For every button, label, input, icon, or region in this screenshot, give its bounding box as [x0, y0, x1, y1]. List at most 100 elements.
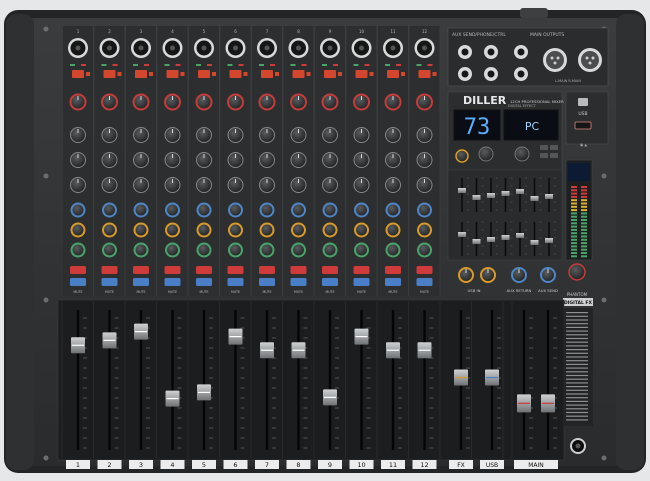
- pan-knob[interactable]: [102, 242, 117, 258]
- geq-slider[interactable]: [501, 235, 510, 240]
- solo-button[interactable]: [290, 278, 307, 286]
- fx-send-knob[interactable]: [322, 222, 338, 238]
- phantom-button[interactable]: [261, 70, 273, 78]
- aux-knob[interactable]: [133, 202, 149, 218]
- mute-button[interactable]: [133, 266, 149, 274]
- geq-slider[interactable]: [545, 194, 553, 199]
- solo-button[interactable]: [322, 278, 338, 286]
- phantom-button[interactable]: [166, 70, 179, 78]
- geq-slider[interactable]: [458, 232, 466, 237]
- solo-button[interactable]: [164, 278, 181, 286]
- geq-slider[interactable]: [487, 193, 495, 198]
- phantom-button[interactable]: [72, 70, 84, 78]
- fx-button[interactable]: [550, 153, 558, 158]
- geq-slider[interactable]: [516, 189, 524, 194]
- mute-button[interactable]: [227, 266, 244, 274]
- solo-button[interactable]: [101, 278, 118, 286]
- solo-button[interactable]: [196, 278, 212, 286]
- fx-preset-entry: [566, 356, 588, 358]
- pan-knob[interactable]: [228, 242, 243, 258]
- fx-button[interactable]: [550, 145, 558, 150]
- aux-knob[interactable]: [228, 202, 243, 218]
- aux-knob[interactable]: [259, 202, 275, 218]
- phantom-button[interactable]: [292, 70, 305, 78]
- aux-knob[interactable]: [70, 202, 86, 218]
- phantom-button[interactable]: [103, 70, 116, 78]
- usb-b-port[interactable]: [578, 98, 588, 106]
- phantom-button[interactable]: [355, 70, 368, 78]
- mute-button[interactable]: [196, 266, 212, 274]
- phantom-button[interactable]: [387, 70, 399, 78]
- fx-level-knob[interactable]: [455, 149, 469, 163]
- aux-knob[interactable]: [165, 202, 180, 218]
- geq-slider[interactable]: [472, 239, 481, 244]
- geq-slider[interactable]: [530, 196, 539, 201]
- aux-knob[interactable]: [196, 202, 212, 218]
- pan-knob[interactable]: [354, 242, 369, 258]
- mute-button[interactable]: [290, 266, 307, 274]
- pan-knob[interactable]: [417, 242, 432, 258]
- meter-led: [581, 212, 587, 215]
- mute-button[interactable]: [416, 266, 433, 274]
- aux-knob[interactable]: [385, 202, 401, 218]
- pan-knob[interactable]: [259, 242, 275, 258]
- pan-knob[interactable]: [385, 242, 401, 258]
- fx-send-knob[interactable]: [354, 222, 369, 238]
- fx-send-knob[interactable]: [417, 222, 432, 238]
- solo-button[interactable]: [227, 278, 244, 286]
- solo-button[interactable]: [353, 278, 370, 286]
- phantom-button[interactable]: [324, 70, 336, 78]
- geq-slider[interactable]: [545, 238, 553, 243]
- geq-slider[interactable]: [472, 195, 481, 200]
- aux-knob[interactable]: [291, 202, 306, 218]
- fx-send-knob[interactable]: [70, 222, 86, 238]
- phones-level-knob[interactable]: [568, 263, 586, 281]
- aux-knob[interactable]: [102, 202, 117, 218]
- pan-knob[interactable]: [196, 242, 212, 258]
- fx-button[interactable]: [540, 153, 548, 158]
- mute-button[interactable]: [164, 266, 181, 274]
- mute-button[interactable]: [101, 266, 118, 274]
- fx-send-knob[interactable]: [102, 222, 117, 238]
- pan-knob[interactable]: [322, 242, 338, 258]
- usb-a-port[interactable]: [574, 121, 592, 130]
- fx-program-knob[interactable]: [478, 146, 494, 162]
- solo-button[interactable]: [385, 278, 401, 286]
- mute-button[interactable]: [322, 266, 338, 274]
- mute-button[interactable]: [70, 266, 86, 274]
- fx-send-knob[interactable]: [385, 222, 401, 238]
- solo-button[interactable]: [416, 278, 433, 286]
- phantom-button[interactable]: [198, 70, 210, 78]
- geq-slider[interactable]: [501, 191, 510, 196]
- geq-slider[interactable]: [530, 240, 539, 245]
- fx-send-knob[interactable]: [259, 222, 275, 238]
- fx-send-knob[interactable]: [291, 222, 306, 238]
- aux-knob[interactable]: [417, 202, 432, 218]
- fx-preset-entry: [566, 334, 588, 336]
- geq-slider[interactable]: [458, 188, 466, 193]
- pan-knob[interactable]: [70, 242, 86, 258]
- solo-button[interactable]: [133, 278, 149, 286]
- pan-knob[interactable]: [133, 242, 149, 258]
- geq-slider[interactable]: [487, 237, 495, 242]
- pan-knob[interactable]: [291, 242, 306, 258]
- jack-center: [296, 45, 301, 51]
- solo-button[interactable]: [70, 278, 86, 286]
- mute-button[interactable]: [385, 266, 401, 274]
- mute-button[interactable]: [259, 266, 275, 274]
- fx-send-knob[interactable]: [196, 222, 212, 238]
- mute-button[interactable]: [353, 266, 370, 274]
- phantom-button[interactable]: [135, 70, 147, 78]
- solo-button[interactable]: [259, 278, 275, 286]
- fx-send-knob[interactable]: [165, 222, 180, 238]
- fx-send-knob[interactable]: [228, 222, 243, 238]
- fx-select-knob[interactable]: [514, 146, 530, 162]
- aux-knob[interactable]: [354, 202, 369, 218]
- aux-knob[interactable]: [322, 202, 338, 218]
- fx-send-knob[interactable]: [133, 222, 149, 238]
- phantom-button[interactable]: [418, 70, 431, 78]
- phantom-button[interactable]: [229, 70, 242, 78]
- fx-button[interactable]: [540, 145, 548, 150]
- pan-knob[interactable]: [165, 242, 180, 258]
- geq-slider[interactable]: [516, 233, 524, 238]
